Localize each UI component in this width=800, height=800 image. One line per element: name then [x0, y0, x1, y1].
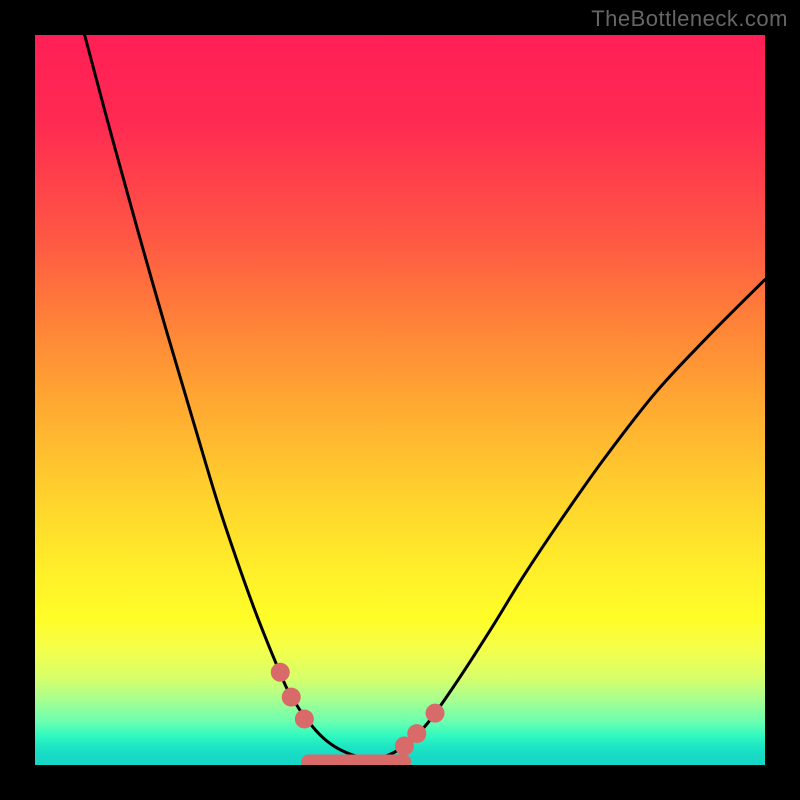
attribution-label: TheBottleneck.com	[591, 6, 788, 32]
curve-left-curve	[85, 35, 371, 759]
marker-right-5	[426, 704, 445, 723]
marker-left-0	[271, 663, 290, 682]
curve-svg	[35, 35, 765, 765]
marker-left-1	[282, 688, 301, 707]
chart-frame: TheBottleneck.com	[0, 0, 800, 800]
plot-area	[35, 35, 765, 765]
curve-right-curve	[371, 280, 765, 760]
marker-right-4	[407, 724, 426, 743]
marker-left-2	[295, 710, 314, 729]
